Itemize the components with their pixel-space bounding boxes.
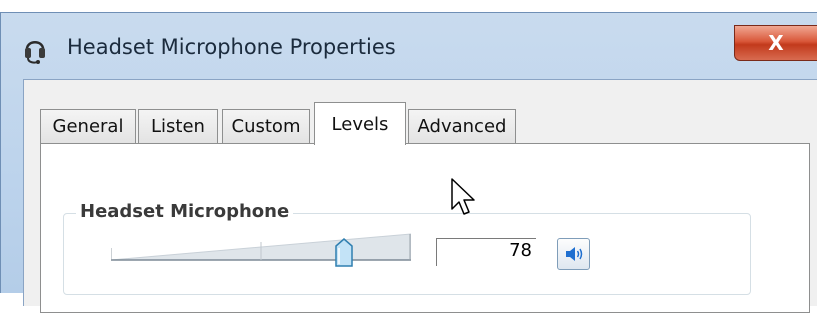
speaker-icon: [566, 247, 583, 261]
slider-track: [111, 233, 411, 261]
mouse-cursor-icon: [451, 178, 475, 215]
close-button[interactable]: X: [734, 25, 817, 61]
tab-general[interactable]: General: [40, 109, 136, 143]
tab-listen-label: Listen: [151, 116, 205, 137]
title-bar[interactable]: Headset Microphone Properties X: [1, 13, 817, 81]
properties-window: Headset Microphone Properties X General …: [0, 12, 817, 313]
mute-toggle-button[interactable]: [557, 238, 590, 270]
volume-value: 78: [509, 240, 532, 261]
dialog-client-area: General Listen Custom Levels Advanced He…: [23, 79, 817, 313]
tab-levels[interactable]: Levels: [314, 102, 406, 145]
tab-custom-label: Custom: [231, 116, 301, 137]
volume-slider[interactable]: [111, 232, 411, 268]
slider-thumb[interactable]: [335, 238, 353, 268]
levels-tab-panel: Headset Microphone 78: [40, 143, 810, 313]
tab-listen[interactable]: Listen: [138, 109, 218, 143]
group-label: Headset Microphone: [76, 201, 294, 222]
tab-custom[interactable]: Custom: [222, 109, 310, 143]
tab-advanced-label: Advanced: [417, 116, 507, 137]
window-title: Headset Microphone Properties: [67, 35, 396, 59]
tab-general-label: General: [52, 116, 124, 137]
microphone-level-group: Headset Microphone 78: [63, 201, 751, 295]
tab-levels-label: Levels: [331, 113, 389, 135]
volume-value-field[interactable]: 78: [436, 238, 536, 266]
headset-icon: [25, 41, 45, 64]
tab-advanced[interactable]: Advanced: [408, 109, 516, 143]
close-icon: X: [768, 31, 784, 55]
